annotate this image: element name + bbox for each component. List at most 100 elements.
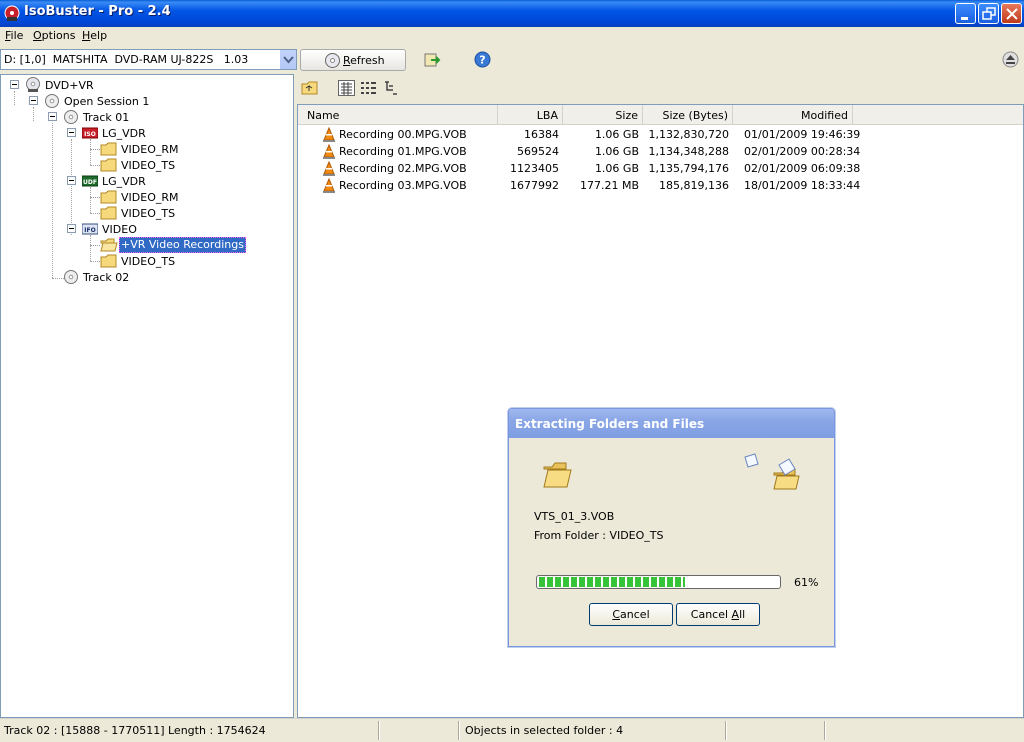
minimize-button[interactable] (955, 3, 976, 24)
menu-options-accel: O (33, 29, 42, 42)
tree-label: LG_VDR (102, 127, 146, 140)
progress-fill (539, 577, 685, 587)
tree-view-icon[interactable] (383, 80, 400, 96)
menu-bar: File Options Help (0, 27, 1024, 46)
tree-node-track-01[interactable]: Track 01 (1, 109, 291, 125)
refresh-label-rest: efresh (350, 54, 385, 67)
tree-node-vr-video-recordings[interactable]: +VR Video Recordings (1, 237, 291, 253)
list-row[interactable]: Recording 02.MPG.VOB 1123405 1.06 GB 1,1… (298, 160, 1023, 177)
isobuster-app-icon[interactable] (3, 4, 21, 22)
extract-progress-dialog[interactable]: Extracting Folders and Files VTS_01_3.VO… (508, 408, 835, 647)
drive-dropdown-button[interactable] (279, 50, 296, 69)
column-header-name[interactable]: Name (298, 105, 498, 125)
menu-options-label: ptions (41, 29, 76, 42)
cell-name: Recording 03.MPG.VOB (339, 179, 467, 192)
collapse-toggle[interactable] (67, 128, 76, 137)
cancel-all-button[interactable]: Cancel All (676, 603, 760, 626)
list-row[interactable]: Recording 01.MPG.VOB 569524 1.06 GB 1,13… (298, 143, 1023, 160)
svg-text:UDF: UDF (83, 179, 97, 186)
cell-lba: 1677992 (510, 179, 559, 192)
drive-select-value: D: [1,0] MATSHITA DVD-RAM UJ-822S 1.03 (4, 53, 249, 66)
details-view-icon[interactable] (338, 80, 355, 96)
source-folder-icon (543, 462, 572, 488)
tree-label: VIDEO_TS (121, 255, 176, 268)
restore-icon (982, 7, 996, 20)
column-header-label: Modified (801, 109, 848, 122)
session-disc-icon (45, 94, 59, 108)
toolbar: D: [1,0] MATSHITA DVD-RAM UJ-822S 1.03 R… (0, 46, 1024, 74)
column-header-label: Size (Bytes) (662, 109, 728, 122)
tree-pane[interactable]: DVD+VR Open Session 1 Track 01 ISO LG_VD… (0, 74, 294, 718)
tree-node-video-ts[interactable]: VIDEO_TS (1, 253, 291, 269)
list-view-icon[interactable] (360, 80, 377, 96)
menu-help-label: elp (90, 29, 108, 42)
cell-lba: 16384 (524, 128, 559, 141)
dialog-title[interactable]: Extracting Folders and Files (509, 409, 834, 438)
cd-refresh-icon (325, 53, 340, 68)
column-header-size-bytes[interactable]: Size (Bytes) (643, 105, 733, 125)
status-separator (725, 721, 727, 740)
tree-label: VIDEO_RM (121, 143, 179, 156)
cell-lba: 569524 (517, 145, 559, 158)
vlc-cone-icon (323, 161, 335, 176)
tree-node-video-ts[interactable]: VIDEO_TS (1, 205, 291, 221)
cancel-button[interactable]: Cancel (589, 603, 673, 626)
tree-node-video-ts[interactable]: VIDEO_TS (1, 157, 291, 173)
eject-icon[interactable] (1002, 51, 1019, 68)
track-disc-icon (64, 270, 78, 284)
help-icon[interactable]: ? (474, 51, 491, 68)
list-row[interactable]: Recording 00.MPG.VOB 16384 1.06 GB 1,132… (298, 126, 1023, 143)
track-disc-icon (64, 110, 78, 124)
tree-node-track-02[interactable]: Track 02 (1, 269, 291, 285)
tree-node-video-rm[interactable]: VIDEO_RM (1, 141, 291, 157)
status-separator (378, 721, 380, 740)
current-folder-text: From Folder : VIDEO_TS (534, 529, 664, 542)
collapse-toggle[interactable] (67, 176, 76, 185)
collapse-toggle[interactable] (10, 80, 19, 89)
menu-file[interactable]: File (5, 29, 23, 42)
refresh-button[interactable]: Refresh (300, 49, 406, 71)
cell-size-bytes: 1,132,830,720 (648, 128, 729, 141)
cell-size-bytes: 185,819,136 (659, 179, 729, 192)
tree-node-video-ifo[interactable]: IFO VIDEO (1, 221, 291, 237)
drive-select[interactable]: D: [1,0] MATSHITA DVD-RAM UJ-822S 1.03 (0, 49, 297, 70)
extract-icon[interactable] (424, 51, 441, 68)
tree-node-lg-vdr-udf[interactable]: UDF LG_VDR (1, 173, 291, 189)
cell-name: Recording 02.MPG.VOB (339, 162, 467, 175)
window-title: IsoBuster - Pro - 2.4 (24, 4, 171, 19)
list-row[interactable]: Recording 03.MPG.VOB 1677992 177.21 MB 1… (298, 177, 1023, 194)
close-icon (1006, 8, 1018, 20)
collapse-toggle[interactable] (29, 96, 38, 105)
tree-node-dvd-vr[interactable]: DVD+VR (1, 77, 291, 93)
progress-percent: 61% (794, 576, 819, 589)
tree-label: Open Session 1 (64, 95, 150, 108)
menu-help[interactable]: Help (82, 29, 107, 42)
collapse-toggle[interactable] (67, 224, 76, 233)
column-header-size[interactable]: Size (563, 105, 643, 125)
menu-options[interactable]: Options (33, 29, 75, 42)
title-bar[interactable]: IsoBuster - Pro - 2.4 (0, 0, 1024, 27)
cancel-all-label-rest: ll (739, 608, 746, 621)
status-object-count: Objects in selected folder : 4 (465, 724, 624, 737)
minimize-icon (961, 17, 968, 20)
progress-bar (536, 575, 781, 589)
restore-button[interactable] (978, 3, 999, 24)
close-button[interactable] (1001, 3, 1022, 24)
cell-name: Recording 01.MPG.VOB (339, 145, 467, 158)
tree-label: VIDEO (102, 223, 137, 236)
tree-label: VIDEO_TS (121, 159, 176, 172)
up-folder-icon[interactable] (301, 81, 319, 95)
column-header-label: LBA (536, 109, 558, 122)
tree-node-video-rm[interactable]: VIDEO_RM (1, 189, 291, 205)
collapse-toggle[interactable] (48, 112, 57, 121)
svg-text:IFO: IFO (84, 227, 95, 234)
cancel-accel: C (612, 608, 621, 621)
tree-node-open-session[interactable]: Open Session 1 (1, 93, 291, 109)
refresh-label: Refresh (343, 54, 385, 67)
column-header-lba[interactable]: LBA (498, 105, 563, 125)
tree-node-lg-vdr-iso[interactable]: ISO LG_VDR (1, 125, 291, 141)
column-header-modified[interactable]: Modified (733, 105, 853, 125)
menu-file-label: ile (10, 29, 24, 42)
cell-modified: 02/01/2009 06:09:38 (744, 162, 861, 175)
folder-icon (100, 158, 117, 172)
